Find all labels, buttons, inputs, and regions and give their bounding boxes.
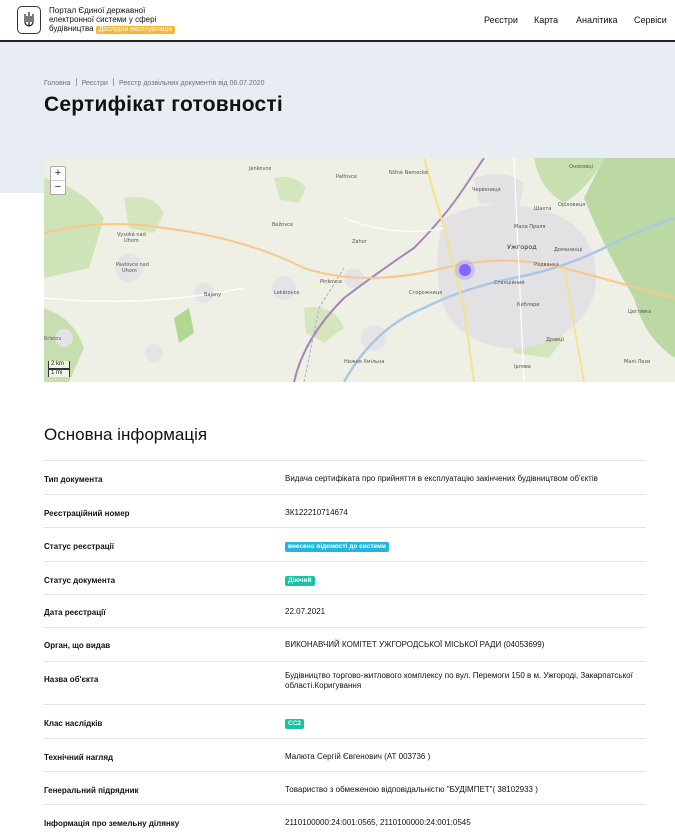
svg-text:Bajany: Bajany [204, 292, 221, 298]
svg-text:Pinkovce: Pinkovce [320, 279, 342, 285]
zoom-controls: + − [50, 166, 66, 195]
field-value: Діючий [285, 575, 640, 586]
field-value: ВИКОНАВЧИЙ КОМІТЕТ УЖГОРОДСЬКОЇ МІСЬКОЇ … [285, 640, 545, 649]
svg-text:Доманинці: Доманинці [554, 247, 582, 253]
info-table: Тип документа Видача сертифіката про прий… [44, 460, 646, 838]
section-title: Основна інформація [44, 425, 208, 444]
table-row: Генеральний підрядник Товариство з обмеже… [44, 771, 646, 804]
table-row: Клас наслідків СС2 [44, 704, 646, 738]
field-value: Видача сертифіката про прийняття в експл… [285, 474, 598, 483]
field-label: Статус реєстрації [44, 542, 115, 551]
table-row: Статус реєстрації внесено відомості до си… [44, 527, 646, 561]
svg-text:Дравці: Дравці [546, 337, 564, 343]
table-row: Тип документа Видача сертифіката про прий… [44, 460, 646, 494]
breadcrumb-registries[interactable]: Реєстри [82, 80, 108, 87]
field-value: Будівництво торгово-житлового комплексу … [285, 671, 633, 690]
field-label: Статус документа [44, 576, 116, 585]
brand-line: будівництва [49, 24, 94, 33]
field-value: внесено відомості до системи [285, 541, 640, 552]
zoom-out-button[interactable]: − [51, 180, 65, 194]
field-label: Назва об'єкта [44, 675, 99, 684]
svg-text:Оноковці: Оноковці [569, 164, 593, 170]
field-value: СС2 [285, 718, 640, 729]
svg-text:Ужгород: Ужгород [507, 243, 537, 251]
scale-km: 2 km [48, 361, 70, 369]
svg-text:Малі Лази: Малі Лази [624, 359, 650, 365]
table-row: Реєстраційний номер ЗК122210714674 [44, 494, 646, 527]
nav-analytics[interactable]: Аналітика [576, 15, 618, 25]
table-row: Орган, що видав ВИКОНАВЧИЙ КОМІТЕТ УЖГОРО… [44, 627, 646, 661]
field-label: Інформація про земельну ділянку [44, 819, 180, 828]
brand-line: електронної системи у сфері [49, 15, 157, 24]
field-label: Клас наслідків [44, 719, 103, 728]
svg-text:Uhom: Uhom [124, 238, 139, 244]
svg-text:Кибляри: Кибляри [517, 302, 540, 308]
svg-text:Нижня Хмільна: Нижня Хмільна [344, 359, 384, 365]
svg-text:Palfovce: Palfovce [336, 174, 357, 180]
portal-brand[interactable]: Портал Єдиної державної електронної сист… [49, 6, 189, 34]
svg-text:Bežovce: Bežovce [272, 221, 293, 228]
location-map[interactable]: Jenkovce Nižné Nemecké Червениця Оноковц… [44, 158, 675, 382]
site-header: Портал Єдиної державної електронної сист… [0, 0, 675, 42]
scale-mi: 1 mi [48, 369, 70, 377]
status-badge: СС2 [285, 719, 305, 729]
field-value: 2110100000:24:001:0565, 2110100000:24:00… [285, 818, 471, 827]
breadcrumb: Головна Реєстри Реєстр дозвільних документ… [44, 78, 265, 87]
svg-text:Nižné Nemecké: Nižné Nemecké [389, 169, 428, 176]
field-label: Орган, що видав [44, 641, 111, 650]
svg-text:Оріховиця: Оріховиця [558, 202, 585, 208]
breadcrumb-home[interactable]: Головна [44, 80, 71, 87]
svg-text:Червениця: Червениця [472, 187, 501, 193]
svg-text:Lekárovce: Lekárovce [274, 289, 299, 296]
nav-services[interactable]: Сервіси [634, 15, 667, 25]
field-label: Реєстраційний номер [44, 509, 130, 518]
field-label: Генеральний підрядник [44, 786, 139, 795]
svg-text:Jenkovce: Jenkovce [248, 166, 271, 172]
table-row: Інформація про земельну ділянку 211010000… [44, 804, 646, 838]
field-label: Дата реєстрації [44, 608, 106, 617]
zoom-in-button[interactable]: + [51, 167, 65, 180]
svg-text:Цеглівка: Цеглівка [628, 309, 651, 315]
table-row: Технічний нагляд Малюта Сергій Євгенович … [44, 738, 646, 771]
table-row: Дата реєстрації 22.07.2021 [44, 594, 646, 627]
svg-text:Kristov: Kristov [44, 336, 61, 342]
field-value: ЗК122210714674 [285, 508, 348, 517]
svg-text:Шахта: Шахта [534, 206, 551, 212]
nav-registries[interactable]: Реєстри [484, 15, 518, 25]
svg-text:Ірлява: Ірлява [514, 364, 531, 370]
field-value: Малюта Сергій Євгенович (АТ 003736 ) [285, 752, 431, 761]
svg-text:Радванка: Радванка [534, 262, 559, 268]
brand-line: Портал Єдиної державної [49, 6, 146, 15]
svg-text:Мала Праля: Мала Праля [514, 224, 545, 230]
page-title: Сертифікат готовності [44, 93, 283, 116]
svg-text:Сторожниця: Сторожниця [409, 290, 442, 296]
beta-badge: Дослідна експлуатація [95, 26, 176, 34]
field-value: Товариство з обмеженою відповідальністю … [285, 785, 538, 794]
field-label: Тип документа [44, 475, 103, 484]
status-badge: Діючий [285, 576, 315, 586]
field-label: Технічний нагляд [44, 753, 114, 762]
breadcrumb-permit-registry[interactable]: Реєстр дозвільних документів від 06.07.2… [119, 80, 265, 87]
svg-text:Uhom: Uhom [122, 268, 137, 274]
table-row: Назва об'єкта Будівництво торгово-житлово… [44, 661, 646, 704]
svg-text:Станційний: Станційний [494, 279, 525, 286]
status-badge: внесено відомості до системи [285, 542, 389, 552]
table-row: Статус документа Діючий [44, 561, 646, 594]
map-scale: 2 km 1 mi [48, 361, 70, 377]
svg-text:Zahor: Zahor [352, 239, 368, 245]
svg-text:Vysoká nad: Vysoká nad [117, 231, 146, 238]
nav-map[interactable]: Карта [534, 15, 558, 25]
field-value: 22.07.2021 [285, 607, 326, 616]
trident-logo-icon[interactable] [17, 6, 41, 34]
map-tiles: Jenkovce Nižné Nemecké Червениця Оноковц… [44, 158, 675, 382]
